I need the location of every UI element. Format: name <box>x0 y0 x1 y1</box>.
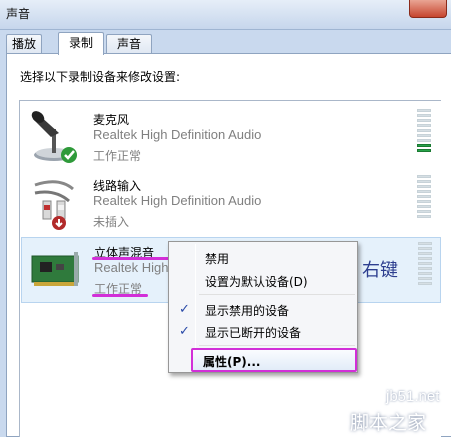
device-status: 未插入 <box>93 215 130 229</box>
line-in-cable-icon <box>34 180 74 230</box>
menu-separator <box>199 345 355 346</box>
title-bar: 声音 <box>0 0 451 30</box>
status-underline <box>92 294 148 297</box>
level-meter <box>417 175 431 220</box>
menu-separator <box>199 294 355 295</box>
level-meter <box>418 242 432 287</box>
device-item-microphone[interactable]: 麦克风 Realtek High Definition Audio 工作正常 <box>21 105 441 171</box>
name-underline <box>92 257 170 260</box>
device-description: Realtek High <box>94 260 169 275</box>
right-click-annotation: 右键 <box>362 260 398 281</box>
window-title: 声音 <box>6 7 31 21</box>
check-icon: ✓ <box>179 324 190 339</box>
watermark-name: 脚本之家 <box>350 412 427 434</box>
device-name: 线路输入 <box>93 179 142 193</box>
microphone-icon <box>31 111 77 163</box>
check-icon: ✓ <box>179 302 190 317</box>
menu-item-properties-highlight[interactable]: 属性(P)... <box>191 348 357 372</box>
menu-item-show-disabled[interactable]: 显示禁用的设备 <box>205 302 289 319</box>
context-menu: 禁用 设置为默认设备(D) ✓ 显示禁用的设备 ✓ 显示已断开的设备 属性(P)… <box>168 241 358 373</box>
close-button[interactable] <box>409 0 447 18</box>
tab-sounds[interactable]: 声音 <box>106 34 152 54</box>
menu-item-properties[interactable]: 属性(P)... <box>203 353 260 370</box>
device-status: 工作正常 <box>93 149 142 163</box>
menu-item-show-disconnected[interactable]: 显示已断开的设备 <box>205 324 301 341</box>
level-meter <box>417 109 431 154</box>
instruction-text: 选择以下录制设备来修改设置: <box>20 70 181 84</box>
watermark-site: jb51.net <box>386 388 440 405</box>
device-description: Realtek High Definition Audio <box>93 193 262 208</box>
sound-card-icon <box>31 252 79 286</box>
menu-item-set-default[interactable]: 设置为默认设备(D) <box>205 273 308 290</box>
tab-playback[interactable]: 播放 <box>6 34 42 54</box>
device-name: 麦克风 <box>93 113 130 127</box>
tab-recording[interactable]: 录制 <box>58 32 104 55</box>
device-item-line-in[interactable]: 线路输入 Realtek High Definition Audio 未插入 <box>21 171 441 237</box>
device-description: Realtek High Definition Audio <box>93 127 262 142</box>
menu-item-disable[interactable]: 禁用 <box>205 250 229 267</box>
